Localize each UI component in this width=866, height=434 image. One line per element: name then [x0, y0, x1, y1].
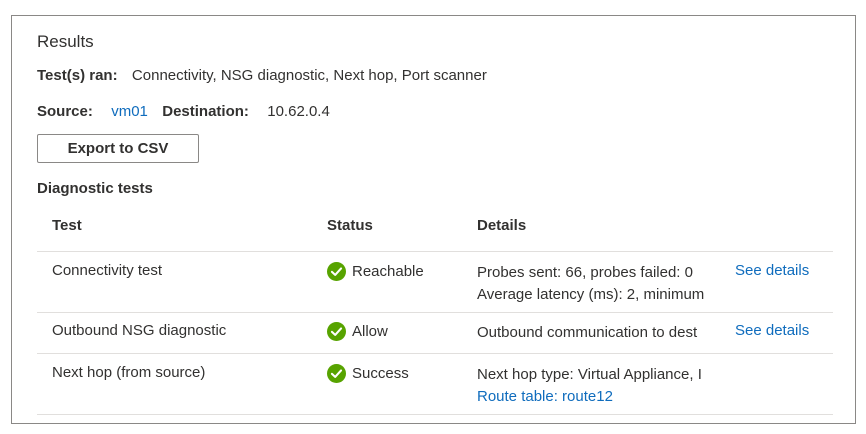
column-header-details: Details: [477, 217, 527, 234]
see-details-link[interactable]: See details: [735, 262, 809, 279]
source-label: Source:: [37, 103, 93, 120]
column-header-status: Status: [327, 217, 373, 234]
table-row: Next hop (from source) Success Next hop …: [37, 354, 833, 415]
test-name: Next hop (from source): [52, 364, 206, 381]
destination-label: Destination:: [162, 103, 249, 120]
source-destination-line: Source: vm01 Destination: 10.62.0.4: [37, 103, 330, 120]
details-cell: Next hop type: Virtual Appliance, I Rout…: [477, 364, 721, 408]
check-circle-icon: [327, 262, 346, 281]
table-row: Outbound NSG diagnostic Allow Outbound c…: [37, 313, 833, 354]
table-row: Connectivity test Reachable Probes sent:…: [37, 252, 833, 313]
details-text: Average latency (ms): 2, minimum: [477, 286, 705, 303]
tests-ran-value: Connectivity, NSG diagnostic, Next hop, …: [131, 67, 487, 84]
see-details-link[interactable]: See details: [735, 322, 809, 339]
status-text: Allow: [352, 323, 388, 340]
status-cell: Reachable: [327, 262, 424, 281]
tests-ran-line: Test(s) ran: Connectivity, NSG diagnosti…: [37, 67, 487, 84]
status-text: Success: [352, 365, 409, 382]
check-circle-icon: [327, 322, 346, 341]
test-name: Connectivity test: [52, 262, 163, 279]
destination-value: 10.62.0.4: [267, 103, 330, 120]
tests-ran-label: Test(s) ran:: [37, 67, 118, 84]
column-header-test: Test: [52, 217, 82, 234]
details-text: Outbound communication to dest: [477, 324, 698, 341]
status-cell: Allow: [327, 322, 388, 341]
diagnostic-tests-title: Diagnostic tests: [37, 180, 153, 197]
status-cell: Success: [327, 364, 409, 383]
diagnostic-tests-table: Test Status Details Connectivity test Re…: [37, 203, 833, 415]
details-cell: Probes sent: 66, probes failed: 0 Averag…: [477, 262, 721, 306]
route-table-link[interactable]: Route table: route12: [477, 386, 721, 408]
results-title: Results: [37, 32, 94, 51]
status-text: Reachable: [352, 263, 424, 280]
test-name: Outbound NSG diagnostic: [52, 322, 227, 339]
source-link[interactable]: vm01: [111, 103, 148, 120]
details-cell: Outbound communication to dest: [477, 322, 721, 344]
details-text: Next hop type: Virtual Appliance, I: [477, 366, 702, 383]
check-circle-icon: [327, 364, 346, 383]
table-header: Test Status Details: [37, 203, 833, 252]
details-text: Probes sent: 66, probes failed: 0: [477, 264, 693, 281]
export-to-csv-button[interactable]: Export to CSV: [37, 134, 199, 163]
